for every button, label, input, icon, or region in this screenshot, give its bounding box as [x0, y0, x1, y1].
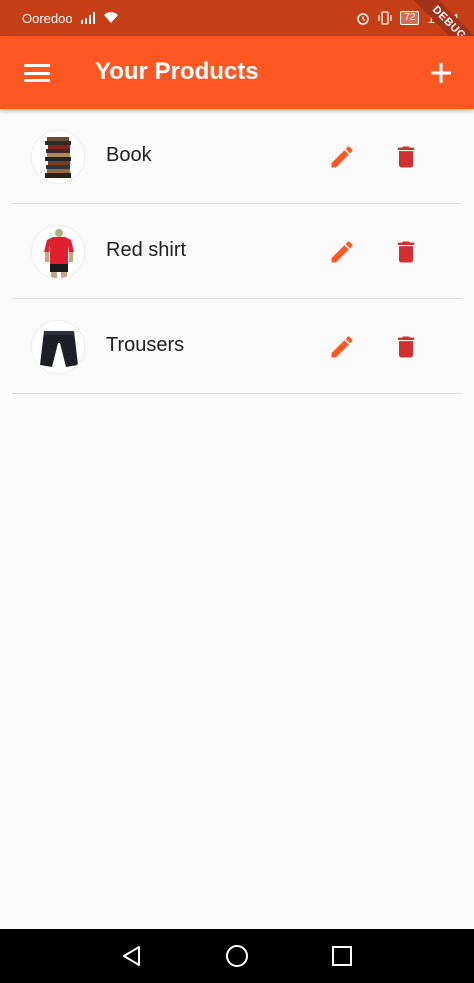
delete-icon[interactable]: [392, 143, 420, 171]
add-product-button[interactable]: [428, 60, 454, 86]
edit-icon[interactable]: [328, 333, 356, 361]
product-title: Book: [106, 144, 152, 166]
signal-icon: [80, 12, 95, 24]
back-icon[interactable]: [119, 943, 145, 969]
trousers-image: [31, 320, 85, 374]
product-title: Red shirt: [106, 239, 187, 261]
wifi-icon: [103, 12, 118, 23]
list-item: Red shirt: [12, 204, 462, 299]
list-item: Book: [12, 109, 462, 204]
battery-indicator: 72: [400, 11, 420, 25]
menu-icon-line: [24, 71, 50, 75]
delete-icon[interactable]: [392, 238, 420, 266]
vibrate-icon: [378, 11, 392, 25]
page-title: Your Products: [95, 58, 259, 85]
app-bar: Your Products: [0, 36, 474, 109]
recents-icon[interactable]: [329, 943, 355, 969]
carrier-name: Ooredoo: [22, 10, 73, 26]
menu-icon-line: [24, 64, 50, 67]
book-stack-image: [31, 130, 85, 184]
product-list: Book Red shirt Trousers: [0, 109, 474, 394]
menu-button[interactable]: [24, 60, 50, 86]
status-bar: Ooredoo 72 19:31: [0, 0, 474, 36]
menu-icon-line: [24, 79, 50, 82]
list-item: Trousers: [12, 299, 462, 394]
red-shirt-image: [31, 225, 85, 279]
product-title: Trousers: [106, 334, 185, 356]
home-icon[interactable]: [224, 943, 250, 969]
alarm-icon: [357, 13, 370, 25]
edit-icon[interactable]: [328, 143, 356, 171]
status-left: Ooredoo: [22, 11, 119, 26]
edit-icon[interactable]: [328, 238, 356, 266]
delete-icon[interactable]: [392, 333, 420, 361]
system-navigation-bar: [0, 929, 474, 983]
